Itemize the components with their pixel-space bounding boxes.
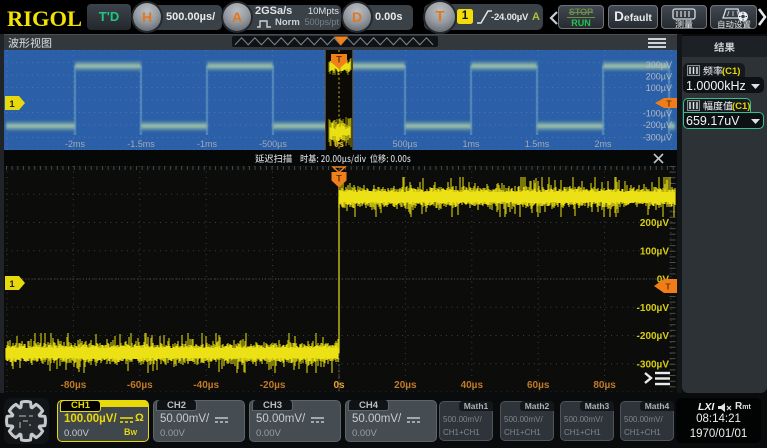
svg-text:500µs: 500µs (393, 139, 418, 149)
svg-text:100µV: 100µV (640, 246, 669, 257)
svg-text:300µV: 300µV (646, 60, 672, 70)
svg-text:-60µs: -60µs (127, 380, 153, 391)
svg-text:1: 1 (9, 99, 15, 110)
svg-text:-40µs: -40µs (193, 380, 219, 391)
svg-text:40µs: 40µs (461, 380, 484, 391)
svg-text:-500µs: -500µs (259, 139, 287, 149)
svg-text:-100µV: -100µV (643, 109, 672, 119)
svg-text:T: T (666, 99, 672, 109)
svg-text:60µs: 60µs (527, 380, 550, 391)
svg-text:0s: 0s (334, 139, 344, 149)
svg-text:-300µV: -300µV (643, 133, 672, 143)
svg-text:200µV: 200µV (646, 72, 672, 82)
svg-text:-1ms: -1ms (197, 139, 217, 149)
svg-text:-200µV: -200µV (637, 331, 670, 342)
svg-text:100µV: 100µV (646, 83, 672, 93)
svg-text:T: T (336, 174, 342, 184)
svg-text:2ms: 2ms (594, 139, 612, 149)
svg-text:0s: 0s (333, 380, 345, 391)
svg-text:200µV: 200µV (640, 218, 669, 229)
svg-text:-20µs: -20µs (260, 380, 286, 391)
svg-text:20µs: 20µs (394, 380, 417, 391)
svg-text:-80µs: -80µs (61, 380, 87, 391)
svg-text:-100µV: -100µV (637, 303, 670, 314)
svg-text:-300µV: -300µV (637, 359, 670, 370)
svg-text:80µs: 80µs (593, 380, 616, 391)
svg-text:-200µV: -200µV (643, 120, 672, 130)
svg-text:1.5ms: 1.5ms (525, 139, 550, 149)
svg-text:1ms: 1ms (462, 139, 480, 149)
svg-text:T: T (665, 282, 671, 292)
svg-text:1: 1 (9, 279, 15, 290)
svg-text:-1.5ms: -1.5ms (127, 139, 155, 149)
svg-text:-2ms: -2ms (65, 139, 85, 149)
svg-text:T: T (336, 55, 342, 65)
